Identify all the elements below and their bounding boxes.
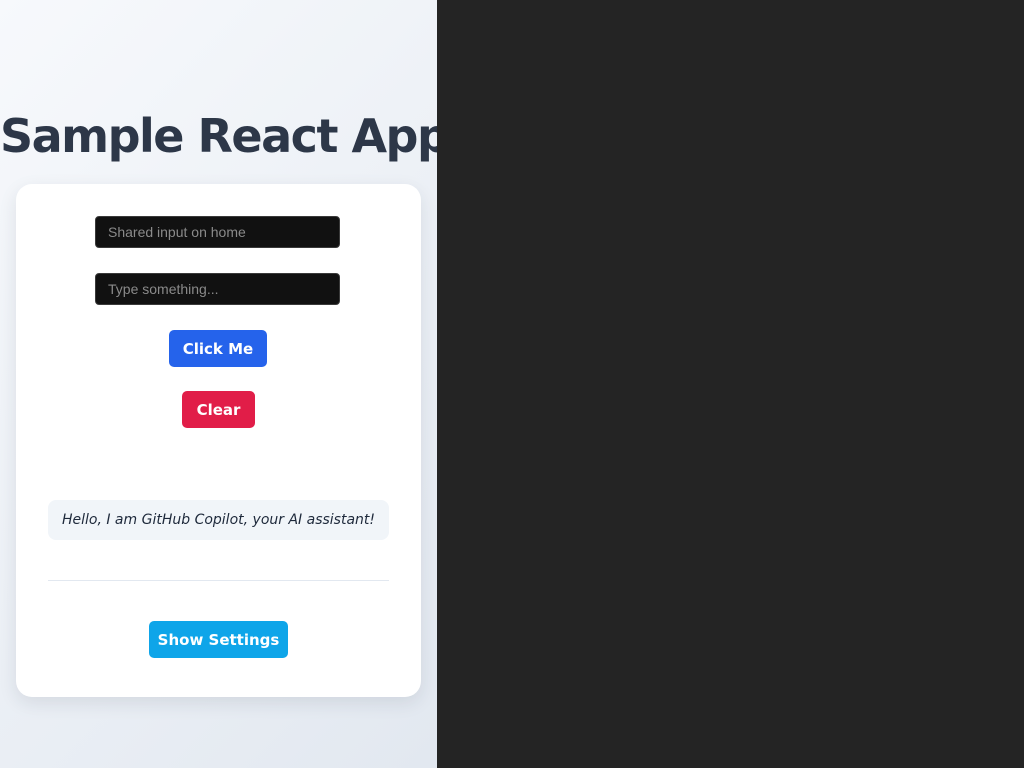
show-settings-button[interactable]: Show Settings — [149, 621, 288, 658]
divider — [48, 580, 389, 581]
click-me-button[interactable]: Click Me — [169, 330, 267, 367]
dark-background-panel — [437, 0, 1024, 768]
assistant-message: Hello, I am GitHub Copilot, your AI assi… — [48, 500, 389, 540]
page-title: Sample React App — [0, 109, 437, 163]
shared-input[interactable] — [95, 216, 340, 248]
main-card: Click Me Clear Hello, I am GitHub Copilo… — [16, 184, 421, 697]
app-viewport: Sample React App Click Me Clear Hello, I… — [0, 0, 437, 768]
clear-button[interactable]: Clear — [182, 391, 255, 428]
main-text-input[interactable] — [95, 273, 340, 305]
